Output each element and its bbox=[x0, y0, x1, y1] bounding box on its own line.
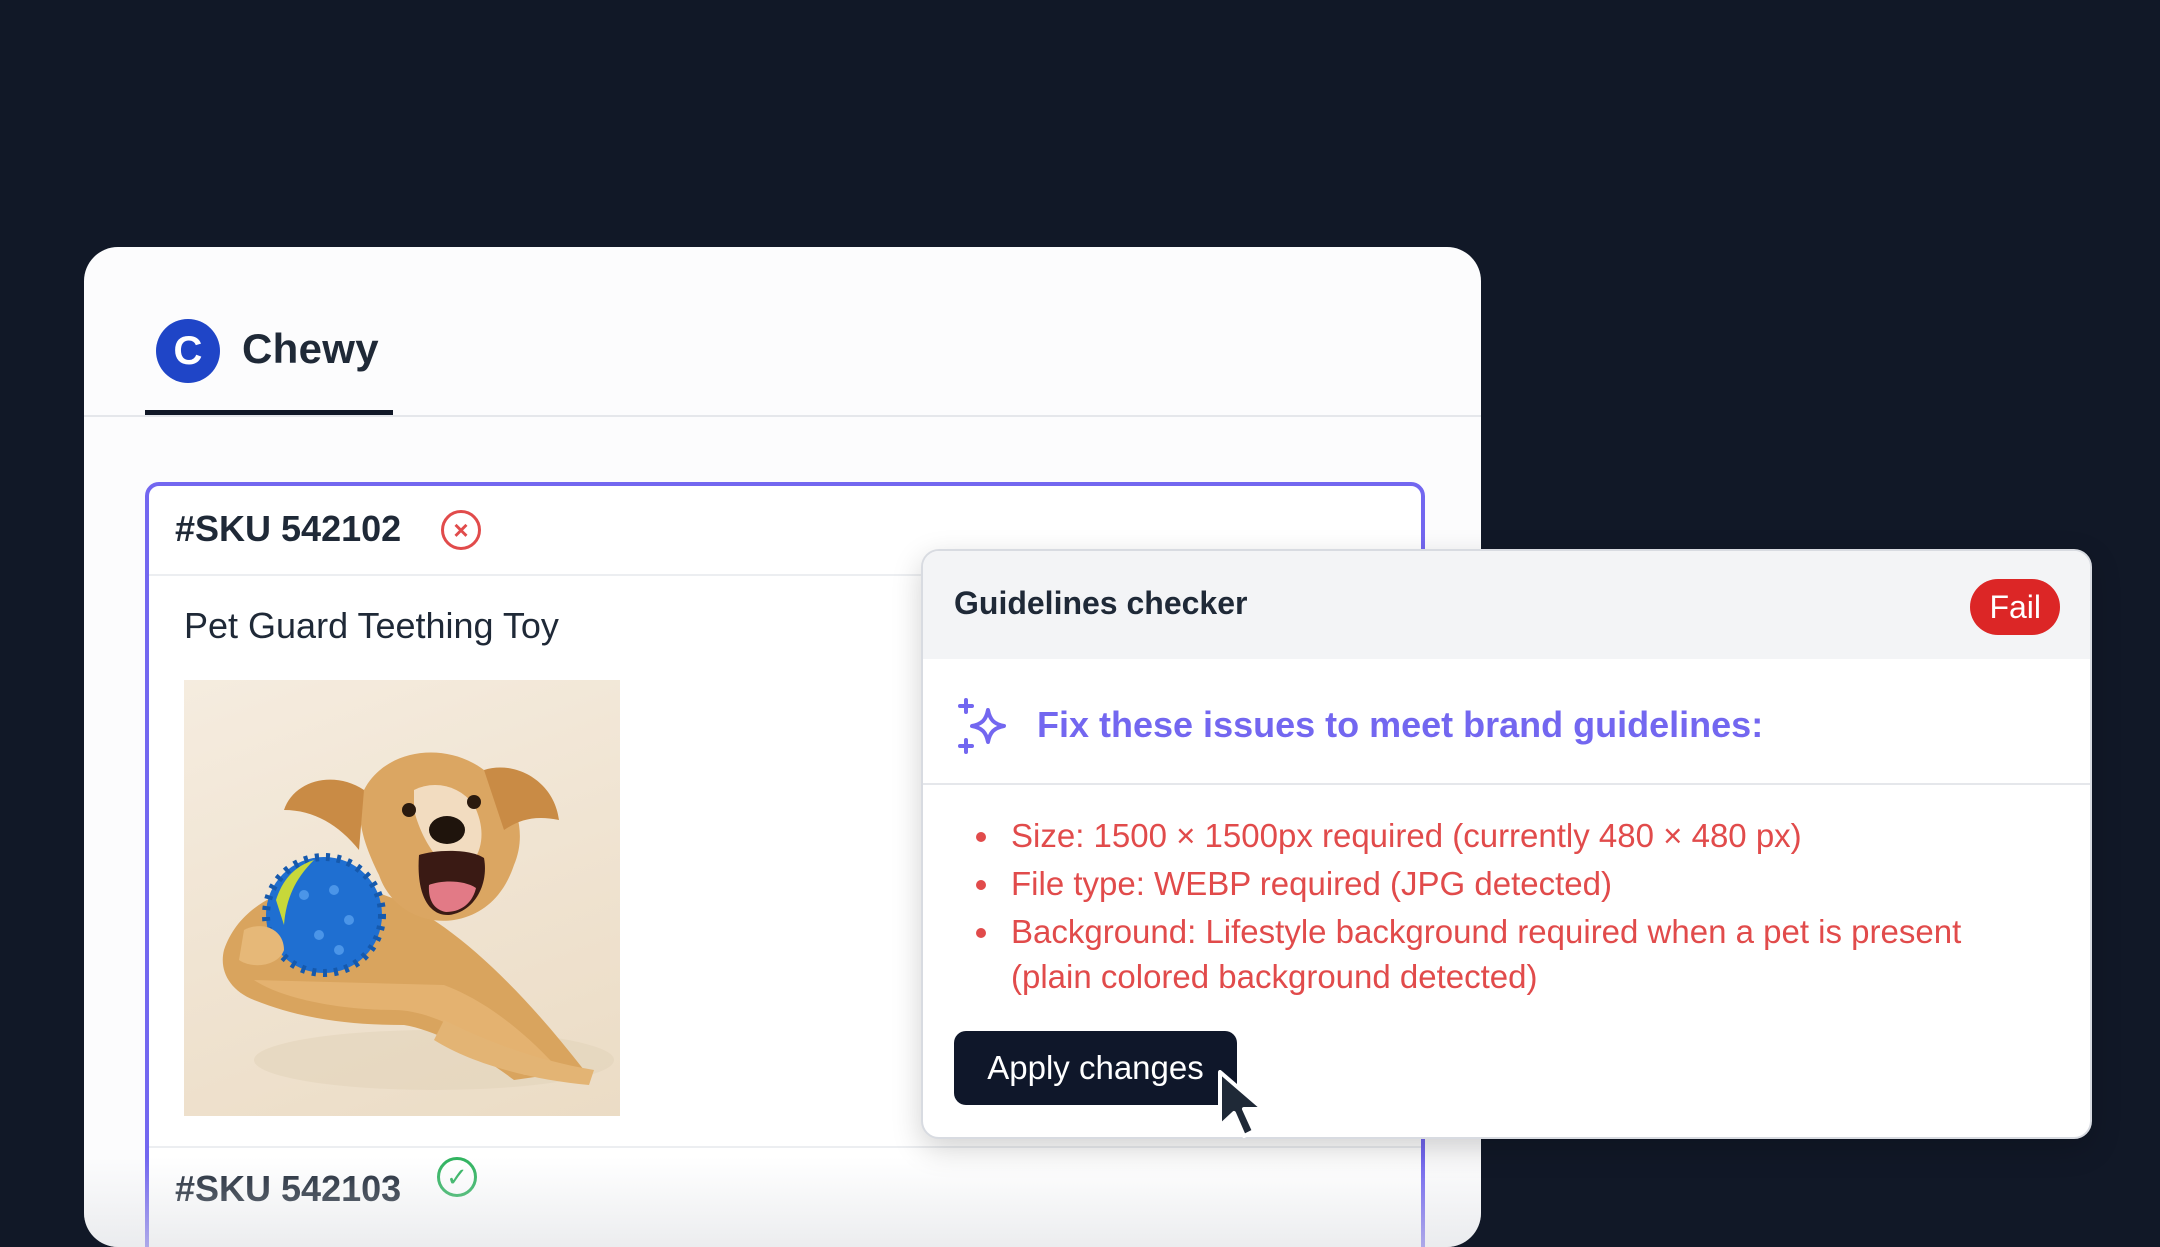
sparkle-icon bbox=[958, 698, 1006, 754]
cursor-arrow-icon bbox=[1218, 1070, 1265, 1138]
guidelines-checker-panel: Guidelines checker Fail Fix these issues… bbox=[921, 549, 2092, 1139]
tab-header: C Chewy bbox=[84, 247, 1481, 417]
product-name: Pet Guard Teething Toy bbox=[184, 605, 559, 646]
sku-row[interactable]: #SKU 542103 ✓ bbox=[149, 1146, 1421, 1247]
sku-id: #SKU 542102 bbox=[175, 508, 402, 549]
fix-section: Fix these issues to meet brand guideline… bbox=[923, 659, 2090, 785]
issue-item: File type: WEBP required (JPG detected) bbox=[971, 861, 2051, 906]
apply-changes-button[interactable]: Apply changes bbox=[954, 1031, 1237, 1105]
active-tab-indicator bbox=[145, 410, 393, 415]
tab-chewy[interactable]: C Chewy bbox=[145, 319, 393, 415]
issue-item: Size: 1500 × 1500px required (currently … bbox=[971, 813, 2051, 858]
issues-list: Size: 1500 × 1500px required (currently … bbox=[971, 813, 2051, 1002]
product-image[interactable] bbox=[184, 680, 620, 1116]
sku-id: #SKU 542103 bbox=[175, 1168, 402, 1209]
dog-with-ball-illustration bbox=[222, 752, 614, 1090]
issue-item: Background: Lifestyle background require… bbox=[971, 909, 2051, 999]
chewy-logo-icon: C bbox=[156, 319, 220, 383]
brand-name: Chewy bbox=[242, 325, 379, 372]
checker-header: Guidelines checker Fail bbox=[923, 551, 2090, 659]
fail-badge: Fail bbox=[1970, 579, 2060, 635]
fix-title: Fix these issues to meet brand guideline… bbox=[1037, 704, 1764, 745]
checker-title: Guidelines checker bbox=[954, 585, 1248, 621]
fail-status-icon: × bbox=[441, 510, 481, 550]
pass-status-icon: ✓ bbox=[437, 1157, 477, 1197]
